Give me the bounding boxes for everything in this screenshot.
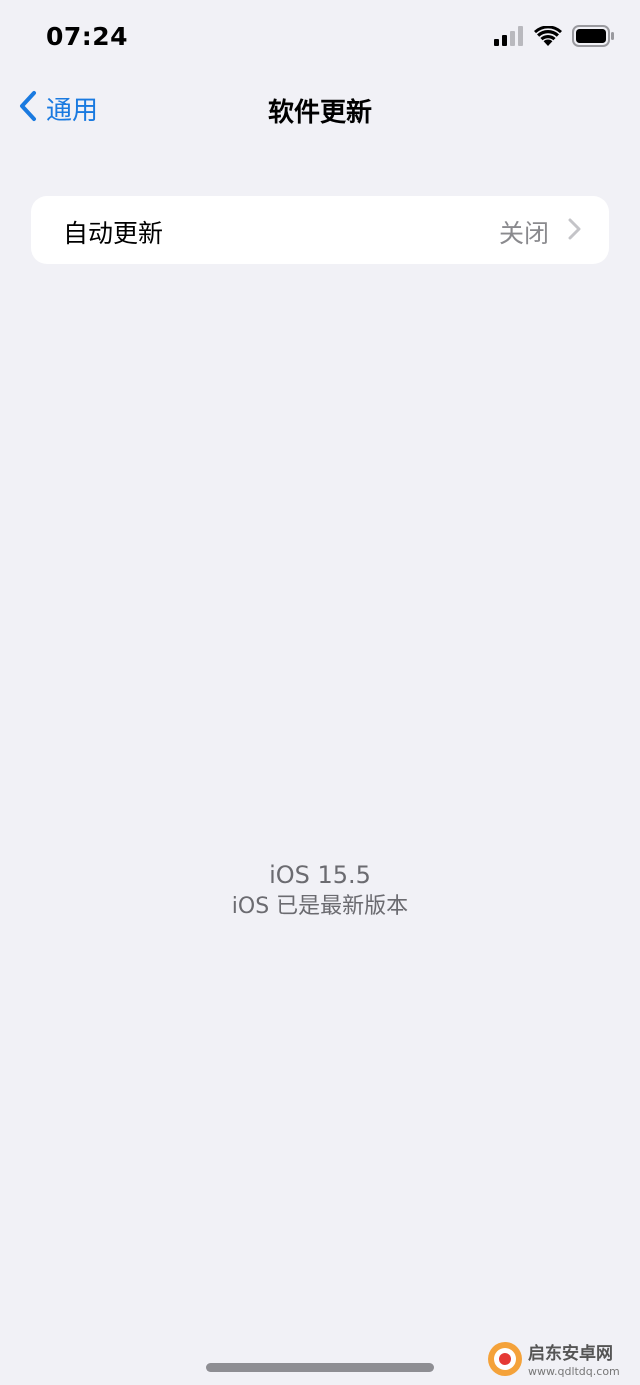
settings-group: 自动更新 关闭 xyxy=(31,196,609,264)
status-icons xyxy=(494,24,614,51)
status-bar: 07:24 xyxy=(0,0,640,76)
version-status: iOS 已是最新版本 xyxy=(231,894,409,919)
page-title: 软件更新 xyxy=(267,98,372,128)
watermark-url: www.qdltdq.com xyxy=(528,1364,620,1378)
home-indicator[interactable] xyxy=(206,1363,434,1372)
nav-bar: 通用 软件更新 xyxy=(0,76,640,140)
auto-update-row[interactable]: 自动更新 关闭 xyxy=(31,196,609,264)
wifi-icon xyxy=(534,24,562,51)
watermark-title: 启东安卓网 xyxy=(528,1343,613,1364)
version-name: iOS 15.5 xyxy=(269,861,371,889)
battery-icon xyxy=(572,25,614,51)
watermark: 启东安卓网 www.qdltdq.com xyxy=(486,1340,634,1382)
cellular-signal-icon xyxy=(494,26,524,50)
watermark-logo-icon xyxy=(486,1340,524,1382)
auto-update-label: 自动更新 xyxy=(63,219,164,248)
auto-update-value: 关闭 xyxy=(498,219,549,248)
version-info: iOS 15.5 iOS 已是最新版本 xyxy=(0,858,640,922)
chevron-right-icon xyxy=(568,218,581,244)
status-time: 07:24 xyxy=(46,22,129,51)
